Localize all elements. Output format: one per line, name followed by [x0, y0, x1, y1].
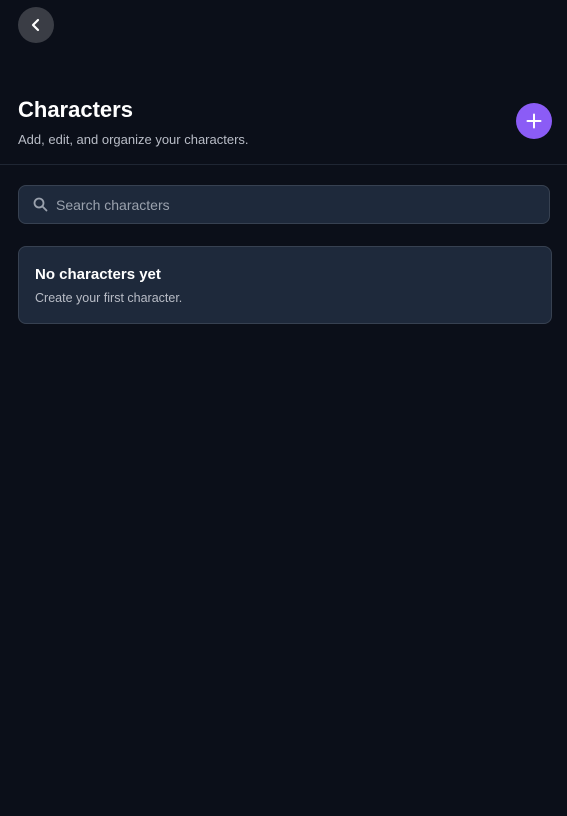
search-icon: [32, 197, 48, 213]
search-input[interactable]: [56, 186, 549, 223]
search-bar[interactable]: [18, 185, 550, 224]
characters-screen: Characters Add, edit, and organize your …: [0, 0, 567, 816]
page-subtitle: Add, edit, and organize your characters.: [18, 132, 249, 147]
plus-icon: [526, 113, 542, 129]
back-button[interactable]: [18, 7, 54, 43]
empty-state-title: No characters yet: [35, 266, 161, 283]
page-title: Characters: [18, 97, 133, 122]
empty-state-card: No characters yet Create your first char…: [18, 246, 552, 324]
add-character-button[interactable]: [516, 103, 552, 139]
chevron-left-icon: [29, 18, 43, 32]
empty-state-description: Create your first character.: [35, 291, 183, 305]
page-header: Characters Add, edit, and organize your …: [18, 96, 552, 148]
header-divider: [0, 164, 567, 165]
